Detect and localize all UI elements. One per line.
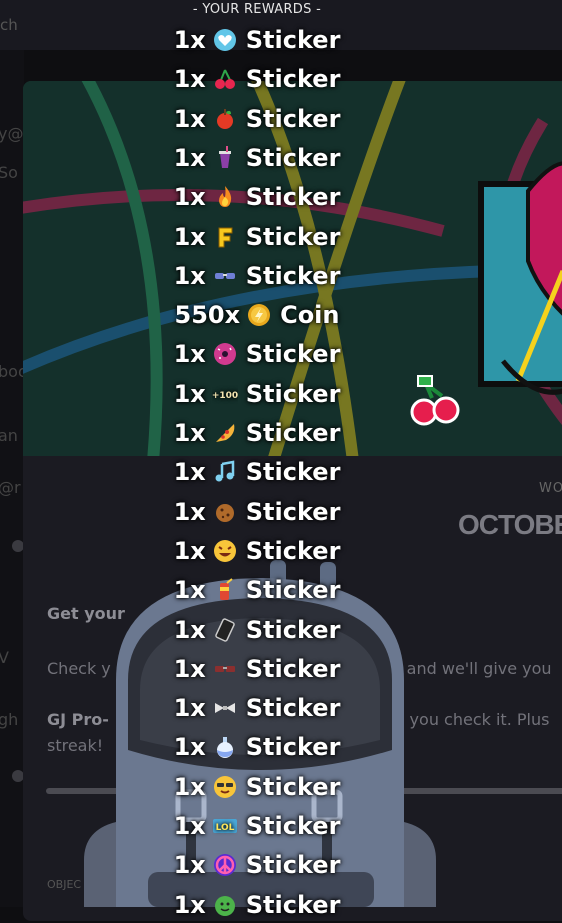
- reward-name: Coin: [280, 301, 340, 330]
- reward-name: Sticker: [245, 183, 341, 212]
- reward-quantity: 1x: [173, 26, 206, 54]
- reward-quantity: 1x: [173, 615, 206, 644]
- reward-name: Sticker: [245, 143, 341, 172]
- plus-100-sticker-icon: +100: [212, 381, 238, 407]
- green-face-sticker-icon: [212, 892, 238, 918]
- reward-quantity: 1x: [173, 222, 206, 251]
- reward-quantity: 1x: [173, 65, 206, 94]
- reward-name: Sticker: [245, 851, 341, 880]
- lol-sticker-icon: LOL: [212, 813, 238, 839]
- reward-row: 1x Sticker: [0, 651, 514, 687]
- reward-row: 1x Sticker: [0, 533, 514, 569]
- svg-text:LOL: LOL: [215, 823, 234, 833]
- reward-row: 1x Sticker: [0, 101, 514, 137]
- reward-name: Sticker: [245, 65, 341, 94]
- peace-sign-sticker-icon: [212, 852, 238, 878]
- reward-quantity: 1x: [173, 458, 206, 487]
- cookie-sticker-icon: [212, 499, 238, 525]
- reward-name: Sticker: [245, 694, 341, 723]
- reward-quantity: 550x: [174, 301, 241, 330]
- phone-sticker-icon: [212, 617, 238, 643]
- reward-name: Sticker: [245, 419, 341, 447]
- reward-quantity: 1x: [173, 340, 206, 369]
- reward-quantity: 1x: [173, 890, 206, 919]
- reward-name: Sticker: [245, 536, 341, 565]
- reward-row: 1x Sticker: [0, 454, 514, 490]
- reward-quantity: 1x: [173, 694, 206, 723]
- coin-icon: [246, 302, 272, 328]
- reward-quantity: 1x: [173, 379, 206, 408]
- reward-name: Sticker: [245, 26, 341, 54]
- reward-name: Sticker: [245, 104, 341, 133]
- apple-sticker-icon: [212, 106, 238, 132]
- reward-quantity: 1x: [173, 497, 206, 526]
- shades-sticker-icon: [212, 656, 238, 682]
- reward-row: 1x Sticker: [0, 769, 514, 805]
- reward-name: Sticker: [245, 733, 341, 762]
- reward-row: 1x LOL Sticker: [0, 808, 514, 844]
- reward-name: Sticker: [245, 497, 341, 526]
- reward-quantity: 1x: [173, 143, 206, 172]
- reward-name: Sticker: [245, 261, 341, 290]
- cool-face-sticker-icon: [212, 774, 238, 800]
- pizza-sticker-icon: [212, 420, 238, 446]
- laughing-face-sticker-icon: [212, 538, 238, 564]
- heart-hands-sticker-icon: [212, 27, 238, 53]
- reward-row: 1x Sticker: [0, 415, 514, 451]
- potion-sticker-icon: [212, 734, 238, 760]
- reward-row: 1x Sticker: [0, 847, 514, 883]
- reward-name: Sticker: [245, 890, 341, 919]
- reward-quantity: 1x: [173, 261, 206, 290]
- reward-name: Sticker: [245, 458, 341, 487]
- reward-quantity: 1x: [173, 104, 206, 133]
- reward-row: 550x Coin: [0, 297, 514, 333]
- reward-row: 1x +100 Sticker: [0, 376, 514, 412]
- reward-name: Sticker: [245, 772, 341, 801]
- reward-row: 1x Sticker: [0, 179, 514, 215]
- reward-quantity: 1x: [173, 576, 206, 605]
- reward-quantity: 1x: [173, 772, 206, 801]
- reward-quantity: 1x: [173, 536, 206, 565]
- reward-row: 1x Sticker: [0, 690, 514, 726]
- reward-quantity: 1x: [173, 812, 206, 840]
- reward-row: 1x Sticker: [0, 61, 514, 97]
- reward-name: Sticker: [245, 222, 341, 251]
- sunglasses-sticker-icon: [212, 263, 238, 289]
- reward-row: 1x Sticker: [0, 572, 514, 608]
- reward-name: Sticker: [245, 615, 341, 644]
- cherries-sticker-icon: [212, 66, 238, 92]
- reward-name: Sticker: [245, 379, 341, 408]
- reward-row: 1x Sticker: [0, 22, 514, 58]
- reward-row: 1x Sticker: [0, 140, 514, 176]
- reward-row: 1x Sticker: [0, 336, 514, 372]
- reward-quantity: 1x: [173, 419, 206, 447]
- reward-quantity: 1x: [173, 733, 206, 762]
- reward-name: Sticker: [245, 812, 341, 840]
- reward-row: 1x Sticker: [0, 612, 514, 648]
- bow-tie-sticker-icon: [212, 695, 238, 721]
- date-label-small: WO: [539, 481, 562, 496]
- fire-sticker-icon: [212, 184, 238, 210]
- drink-can-sticker-icon: [212, 577, 238, 603]
- reward-row: 1x Sticker: [0, 219, 514, 255]
- reward-quantity: 1x: [173, 654, 206, 683]
- reward-quantity: 1x: [173, 851, 206, 880]
- reward-quantity: 1x: [173, 183, 206, 212]
- music-note-sticker-icon: [212, 459, 238, 485]
- letter-f-sticker-icon: [212, 224, 238, 250]
- reward-name: Sticker: [245, 576, 341, 605]
- reward-row: 1x Sticker: [0, 258, 514, 294]
- reward-row: 1x Sticker: [0, 887, 514, 923]
- soda-cup-sticker-icon: [212, 145, 238, 171]
- donut-sticker-icon: [212, 341, 238, 367]
- rewards-header: - YOUR REWARDS -: [192, 2, 322, 17]
- svg-text:+100: +100: [212, 391, 238, 401]
- reward-row: 1x Sticker: [0, 494, 514, 530]
- reward-row: 1x Sticker: [0, 729, 514, 765]
- reward-name: Sticker: [245, 340, 341, 369]
- reward-name: Sticker: [245, 654, 341, 683]
